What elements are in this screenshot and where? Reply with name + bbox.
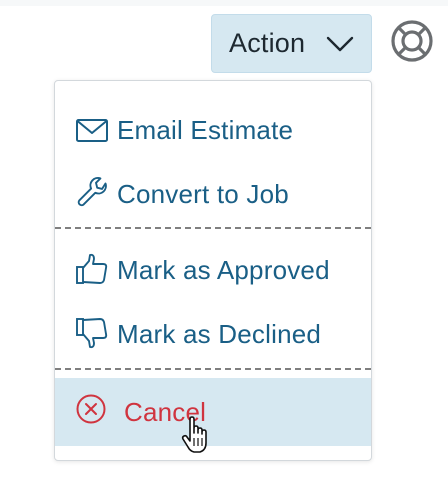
- chevron-down-icon: [326, 36, 354, 52]
- envelope-icon: [76, 119, 108, 142]
- menu-item-cancel[interactable]: Cancel: [55, 378, 371, 446]
- menu-item-mark-as-declined[interactable]: Mark as Declined: [55, 302, 371, 366]
- action-button-label: Action: [229, 28, 306, 58]
- thumbs-up-icon: [76, 253, 108, 284]
- menu-item-convert-to-job[interactable]: Convert to Job: [55, 162, 371, 226]
- menu-item-mark-as-approved[interactable]: Mark as Approved: [55, 238, 371, 302]
- menu-item-label: Convert to Job: [117, 178, 289, 209]
- menu-item-label: Email Estimate: [117, 114, 294, 145]
- menu-divider: [55, 227, 371, 229]
- lifebuoy-icon[interactable]: [389, 18, 435, 64]
- circle-x-icon: [76, 394, 106, 424]
- top-strip: [0, 0, 448, 6]
- action-dropdown-menu: Email Estimate Convert to Job Mark as Ap…: [54, 80, 372, 461]
- action-dropdown-button[interactable]: Action: [211, 14, 372, 73]
- thumbs-down-icon: [76, 318, 108, 349]
- menu-item-label: Mark as Approved: [117, 254, 330, 285]
- menu-item-label: Cancel: [124, 396, 207, 427]
- menu-item-email-estimate[interactable]: Email Estimate: [55, 98, 371, 162]
- wrench-icon: [77, 177, 107, 207]
- menu-item-label: Mark as Declined: [117, 318, 322, 349]
- menu-divider: [55, 368, 371, 370]
